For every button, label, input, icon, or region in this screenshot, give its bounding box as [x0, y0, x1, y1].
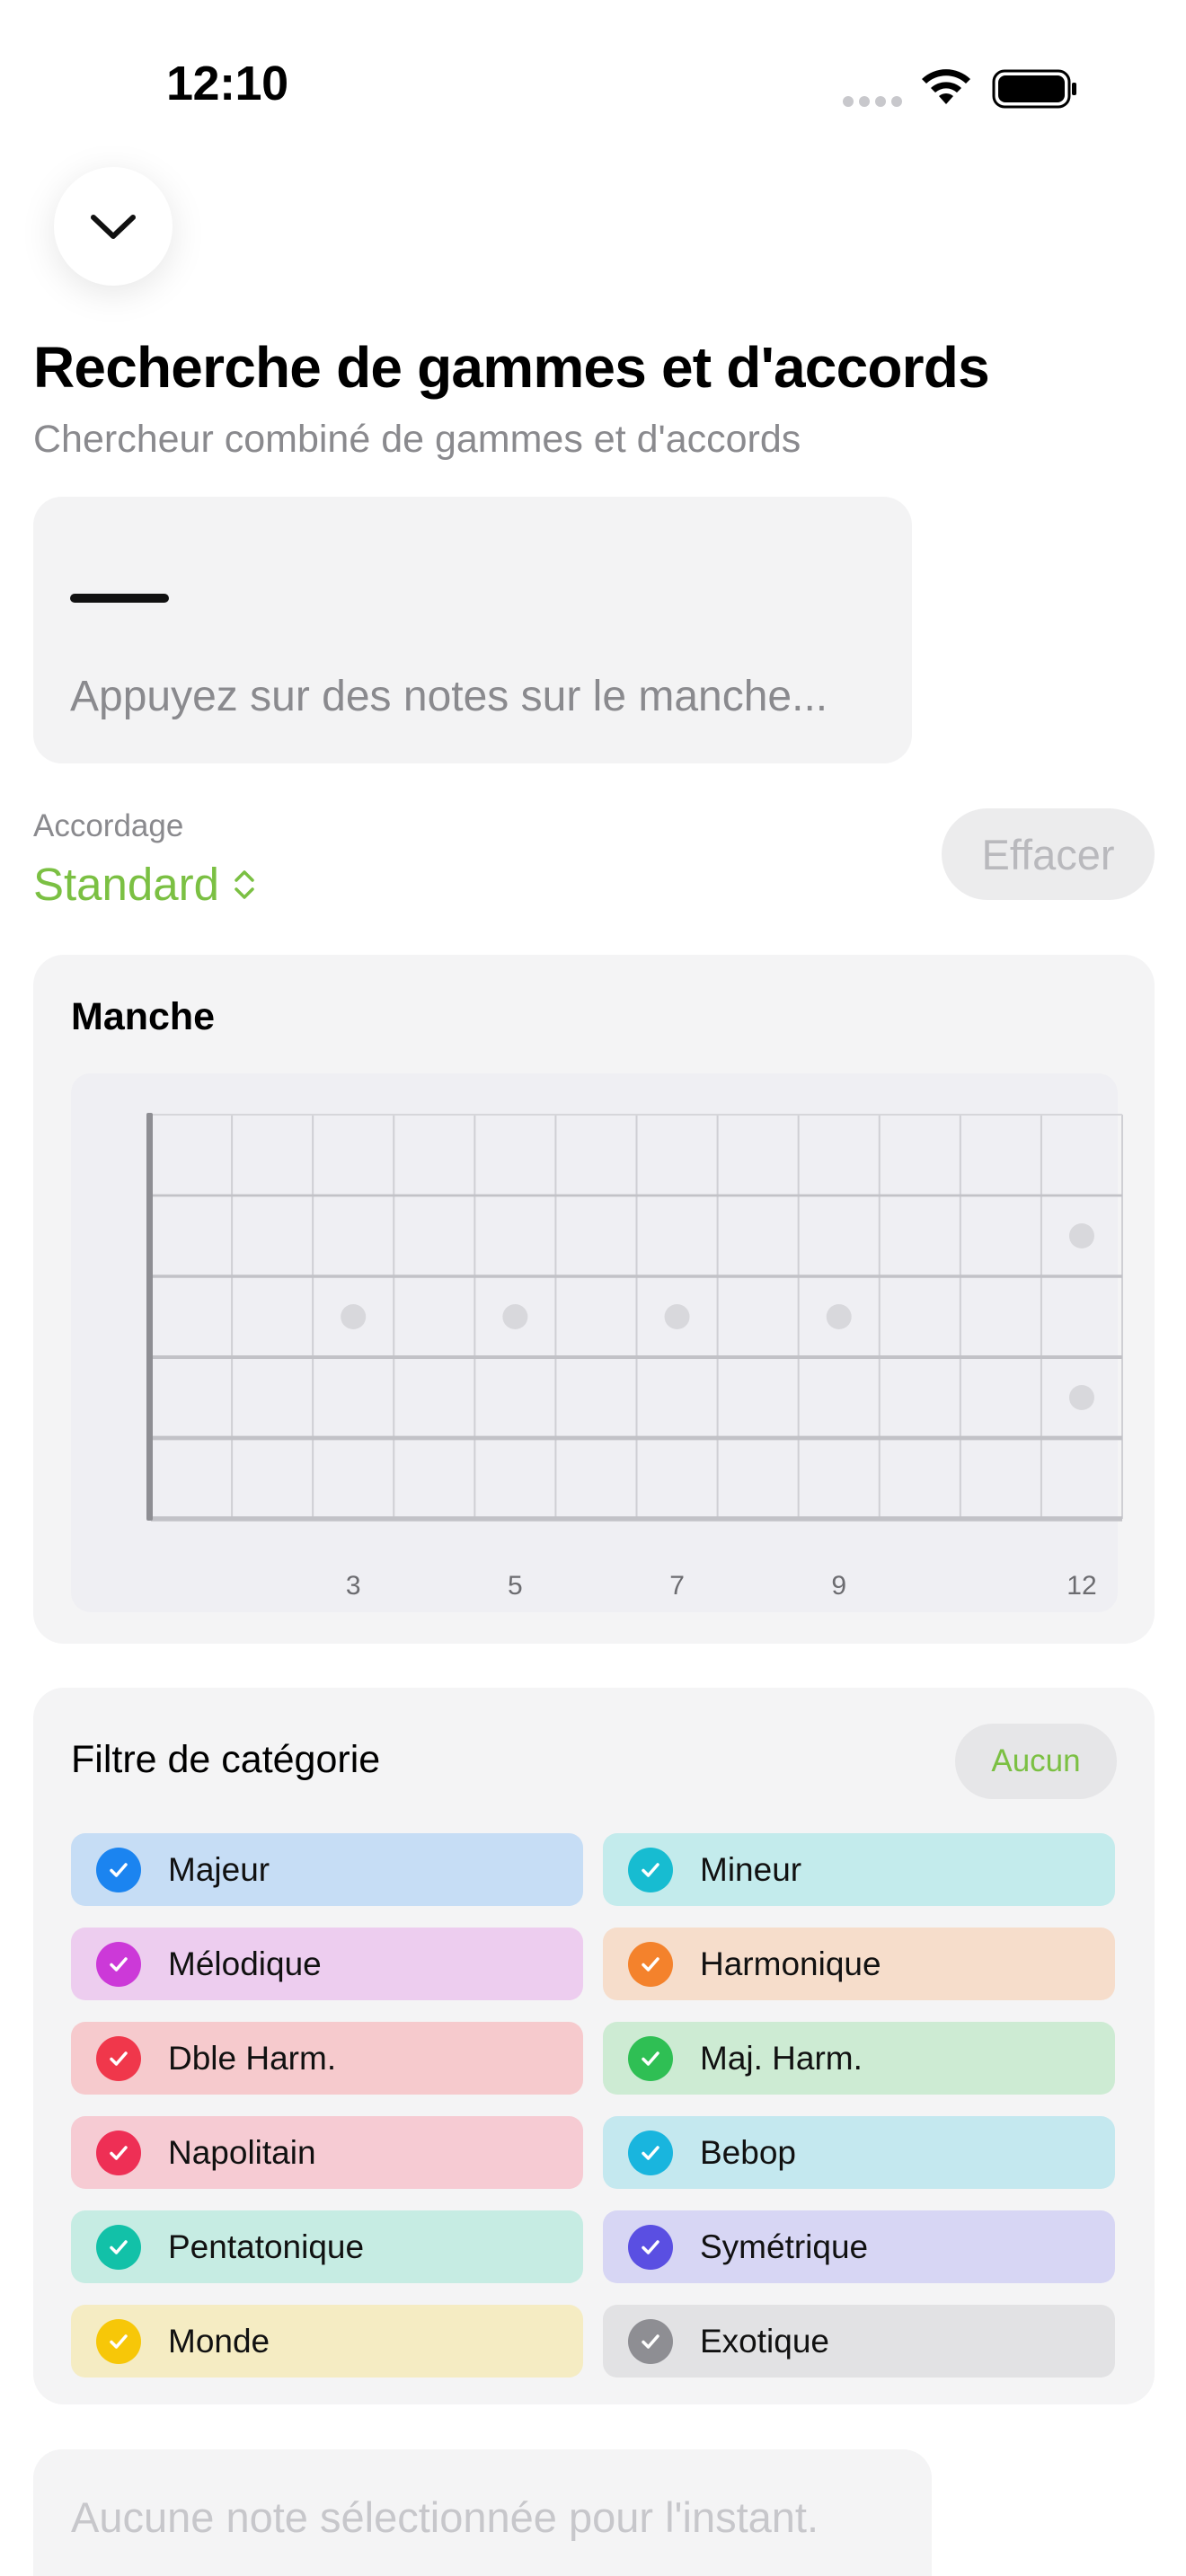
status-bar: 12:10 [0, 0, 1186, 171]
category-chip[interactable]: Majeur [71, 1833, 583, 1906]
fretboard[interactable]: 3 5 7 9 12 [33, 955, 1155, 1644]
neck-card: Manche 3 5 7 9 12 [33, 955, 1155, 1644]
page-title: Recherche de gammes et d'accords [33, 335, 990, 400]
category-chip[interactable]: Mineur [603, 1833, 1115, 1906]
checkmark-icon [628, 2224, 673, 2270]
category-chip[interactable]: Mélodique [71, 1928, 583, 2000]
fret-number-label: 5 [508, 1571, 523, 1601]
fret-number-label: 9 [831, 1571, 846, 1601]
signal-icon [843, 96, 902, 107]
category-chip[interactable]: Bebop [603, 2116, 1115, 2189]
checkmark-icon [628, 2130, 673, 2175]
category-chip-label: Mineur [700, 1850, 802, 1888]
tuning-select[interactable]: Standard [33, 858, 257, 911]
category-chip[interactable]: Pentatonique [71, 2210, 583, 2283]
checkmark-icon [96, 2130, 141, 2175]
empty-result-text: Aucune note sélectionnée pour l'instant. [71, 2493, 819, 2541]
fret-number-label: 7 [669, 1571, 685, 1601]
result-card: Aucune note sélectionnée pour l'instant. [33, 2449, 932, 2576]
battery-icon [992, 69, 1076, 109]
tuning-value: Standard [33, 859, 219, 910]
chevron-down-icon [91, 215, 136, 239]
checkmark-icon [96, 1941, 141, 1987]
category-chip[interactable]: Exotique [603, 2305, 1115, 2378]
category-chip[interactable]: Dble Harm. [71, 2022, 583, 2095]
fret-number-label: 12 [1067, 1571, 1096, 1601]
checkmark-icon [96, 1847, 141, 1892]
category-chip[interactable]: Symétrique [603, 2210, 1115, 2283]
checkmark-icon [96, 2318, 141, 2364]
select-none-button[interactable]: Aucun [955, 1724, 1117, 1799]
category-filter-card: Filtre de catégorie Aucun Majeur Mineur Mé… [33, 1688, 1155, 2404]
checkmark-icon [628, 1847, 673, 1892]
status-time: 12:10 [166, 57, 288, 110]
fret-marker-dot [341, 1304, 367, 1329]
category-chip-label: Dble Harm. [168, 2039, 337, 2077]
category-chip-label: Bebop [700, 2133, 796, 2171]
tuning-label: Accordage [33, 808, 184, 843]
category-chip-label: Pentatonique [168, 2228, 365, 2265]
checkmark-icon [628, 1941, 673, 1987]
category-chip[interactable]: Napolitain [71, 2116, 583, 2189]
checkmark-icon [96, 2035, 141, 2081]
category-chip[interactable]: Harmonique [603, 1928, 1115, 2000]
category-chip-label: Mélodique [168, 1945, 322, 1982]
fret-number-label: 3 [346, 1571, 361, 1601]
fret-marker-dot [502, 1304, 528, 1329]
category-chip[interactable]: Maj. Harm. [603, 2022, 1115, 2095]
fret-marker-dot [1068, 1223, 1094, 1248]
clear-button[interactable]: Effacer [942, 808, 1155, 900]
category-chip-label: Maj. Harm. [700, 2039, 863, 2077]
category-chip-label: Monde [168, 2322, 270, 2360]
category-chip-label: Exotique [700, 2322, 829, 2360]
checkmark-icon [628, 2318, 673, 2364]
category-chip[interactable]: Monde [71, 2305, 583, 2378]
page-subtitle: Chercheur combiné de gammes et d'accords [33, 418, 801, 461]
checkmark-icon [628, 2035, 673, 2081]
fret-marker-dot [1068, 1385, 1094, 1410]
category-chip-label: Symétrique [700, 2228, 869, 2265]
chevron-up-down-icon [235, 869, 254, 899]
category-filter-title: Filtre de catégorie [71, 1738, 381, 1781]
fret-marker-dot [826, 1304, 852, 1329]
selected-notes-card: Appuyez sur des notes sur le manche... [33, 497, 912, 763]
fret-marker-dot [664, 1304, 690, 1329]
category-chip-label: Majeur [168, 1850, 270, 1888]
notes-hint: Appuyez sur des notes sur le manche... [70, 673, 828, 720]
category-chip-label: Napolitain [168, 2133, 316, 2171]
wifi-icon [922, 69, 970, 104]
empty-notes-placeholder [70, 594, 169, 603]
dismiss-button[interactable] [54, 167, 173, 286]
nut [146, 1113, 153, 1521]
checkmark-icon [96, 2224, 141, 2270]
category-chip-label: Harmonique [700, 1945, 881, 1982]
